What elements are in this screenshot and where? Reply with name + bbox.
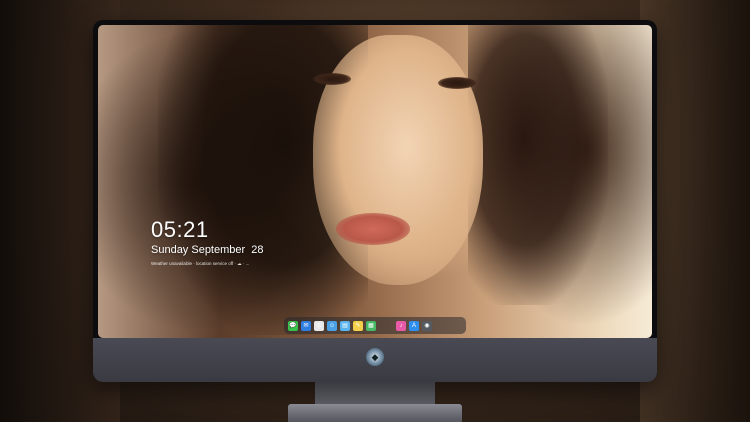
monitor-stand-base bbox=[288, 404, 462, 422]
wallpaper-eye-left bbox=[313, 73, 351, 85]
finder-icon[interactable]: ☺ bbox=[327, 320, 337, 331]
lock-date: Sunday September 28 bbox=[151, 244, 264, 256]
mail-icon[interactable]: ✉ bbox=[301, 320, 311, 331]
messages-icon[interactable]: 💬 bbox=[288, 320, 298, 331]
lock-clock: 05:21 bbox=[151, 217, 209, 242]
safari-icon[interactable]: ◎ bbox=[314, 320, 324, 331]
files-icon[interactable]: ▤ bbox=[340, 320, 350, 331]
monitor-chin: ◆ bbox=[93, 338, 657, 382]
photos-icon[interactable]: ▦ bbox=[366, 320, 376, 331]
camera-icon[interactable]: ◉ bbox=[422, 320, 432, 331]
wallpaper-hair-right bbox=[468, 25, 608, 305]
lock-screen[interactable]: 05:21 Sunday September 28 Weather unavai… bbox=[98, 25, 652, 338]
wallpaper-eye-right bbox=[438, 77, 476, 89]
lock-weather-line: Weather unavailable · location service o… bbox=[151, 261, 250, 266]
music-icon[interactable]: ♪ bbox=[396, 320, 406, 331]
wallpaper-lips bbox=[336, 213, 410, 245]
notes-icon[interactable]: ✎ bbox=[353, 320, 363, 331]
monitor-stand-neck bbox=[315, 382, 435, 406]
appstore-icon[interactable]: A bbox=[409, 320, 419, 331]
monitor-frame: 05:21 Sunday September 28 Weather unavai… bbox=[93, 20, 657, 382]
brand-logo-icon: ◆ bbox=[366, 348, 384, 366]
dock: 💬 ✉ ◎ ☺ ▤ ✎ ▦ ♪ A ◉ bbox=[284, 317, 466, 334]
